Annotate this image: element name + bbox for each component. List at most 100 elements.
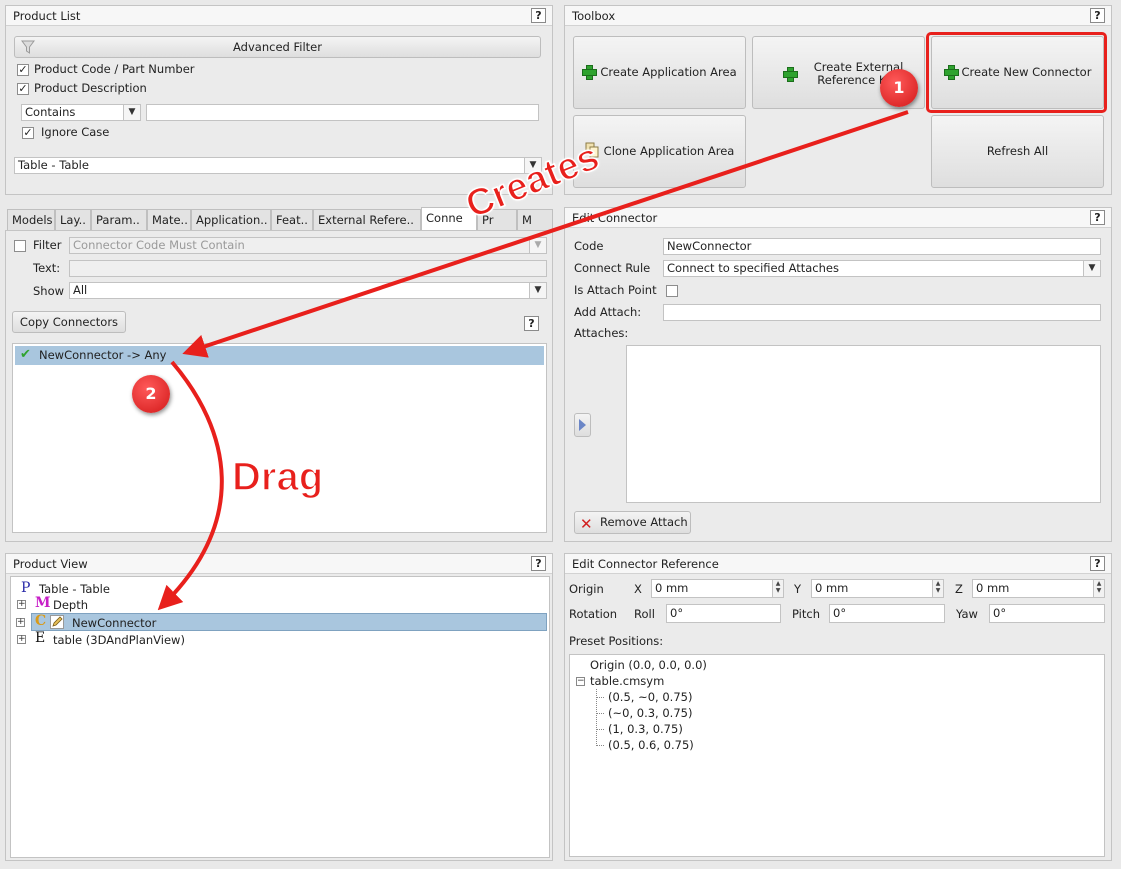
tree-node-label: table (3DAndPlanView) (53, 633, 185, 647)
preset-child-item[interactable]: (0.5, 0.6, 0.75) (608, 738, 694, 752)
preset-child-item[interactable]: (0.5, ~0, 0.75) (608, 690, 692, 704)
tree-node-label: NewConnector (72, 616, 157, 630)
pencil-icon (50, 615, 64, 632)
list-item[interactable]: ✔ NewConnector -> Any (15, 346, 544, 365)
copy-connectors-button[interactable]: Copy Connectors (12, 311, 126, 333)
x-spinbox[interactable]: 0 mm ▲ ▼ (651, 579, 784, 598)
tab-materials[interactable]: Mate.. (147, 209, 191, 231)
advanced-filter-label: Advanced Filter (233, 40, 322, 54)
yaw-label: Yaw (956, 607, 978, 621)
show-select[interactable]: All ▼ (69, 282, 547, 299)
tab-features[interactable]: Feat.. (271, 209, 313, 231)
connector-item-label: NewConnector -> Any (39, 348, 167, 362)
filter-text-input[interactable] (69, 260, 547, 277)
refresh-all-button[interactable]: Refresh All (931, 115, 1104, 188)
attaches-list[interactable] (626, 345, 1101, 503)
product-search-input[interactable] (146, 104, 539, 121)
edit-connector-help-button[interactable]: ? (1090, 210, 1105, 225)
tree-node-label: Depth (53, 598, 89, 612)
is-attach-point-label: Is Attach Point (574, 283, 657, 297)
add-attach-input[interactable] (663, 304, 1101, 321)
step-1-badge: 1 (880, 69, 918, 107)
product-tree[interactable]: P Table - Table + M Depth + C NewConnect… (10, 576, 550, 858)
connect-rule-label: Connect Rule (574, 261, 651, 275)
z-spinbox[interactable]: 0 mm ▲ ▼ (972, 579, 1105, 598)
remove-icon: ✕ (580, 515, 593, 533)
product-view-panel: Product View ? P Table - Table + M Depth… (5, 553, 553, 861)
check-icon: ✔ (20, 347, 31, 362)
yaw-input[interactable]: 0° (989, 604, 1105, 623)
z-value: 0 mm (976, 581, 1010, 595)
connector-list[interactable]: ✔ NewConnector -> Any (12, 343, 547, 533)
expand-icon[interactable]: + (16, 618, 25, 627)
step-2-badge: 2 (132, 375, 170, 413)
pitch-label: Pitch (792, 607, 820, 621)
spin-arrows-icon[interactable]: ▲ ▼ (1093, 580, 1104, 597)
tab-application-areas[interactable]: Application.. (191, 209, 271, 231)
code-label: Code (574, 239, 604, 253)
move-attach-button[interactable] (574, 413, 591, 437)
spin-arrows-icon[interactable]: ▲ ▼ (932, 580, 943, 597)
z-label: Z (955, 582, 963, 596)
tab-models[interactable]: Models (7, 209, 55, 231)
product-list-header: Product List ? (6, 6, 552, 26)
expand-icon[interactable]: + (17, 635, 26, 644)
product-list-title: Product List (13, 9, 81, 23)
tab-layers[interactable]: Lay.. (55, 209, 91, 231)
roll-input[interactable]: 0° (666, 604, 781, 623)
product-list-help-button[interactable]: ? (531, 8, 546, 23)
chevron-down-icon: ▼ (1083, 261, 1100, 276)
code-input[interactable]: NewConnector (663, 238, 1101, 255)
expand-icon[interactable]: + (17, 600, 26, 609)
edit-connector-reference-panel: Edit Connector Reference ? Origin X 0 mm… (564, 553, 1112, 861)
remove-attach-label: Remove Attach (600, 515, 688, 529)
table-select-value: Table - Table (18, 158, 89, 172)
preset-child-item[interactable]: (~0, 0.3, 0.75) (608, 706, 692, 720)
is-attach-point-checkbox[interactable] (666, 285, 678, 297)
toolbox-title: Toolbox (572, 9, 616, 23)
connector-filter-placeholder: Connector Code Must Contain (73, 238, 245, 252)
edit-connector-panel: Edit Connector ? Code NewConnector Conne… (564, 207, 1112, 542)
remove-attach-button[interactable]: ✕ Remove Attach (574, 511, 691, 534)
table-select[interactable]: Table - Table ▼ (14, 157, 542, 174)
product-view-help-button[interactable]: ? (531, 556, 546, 571)
product-description-checkbox[interactable]: ✓ (17, 83, 29, 95)
product-glyph-icon: P (21, 580, 31, 596)
connect-rule-select[interactable]: Connect to specified Attaches ▼ (663, 260, 1101, 277)
arrow-right-icon (578, 418, 587, 435)
chevron-down-icon: ▼ (529, 238, 546, 253)
create-application-area-button[interactable]: Create Application Area (573, 36, 746, 109)
ignore-case-checkbox[interactable]: ✓ (22, 127, 34, 139)
advanced-filter-button[interactable]: Advanced Filter (14, 36, 541, 58)
element-glyph-icon: E (35, 630, 46, 646)
edit-connector-reference-help-button[interactable]: ? (1090, 556, 1105, 571)
tab-external-references[interactable]: External Refere.. (313, 209, 421, 231)
product-view-header: Product View ? (6, 554, 552, 574)
filter-checkbox[interactable] (14, 240, 26, 252)
filter-label: Filter (33, 238, 62, 252)
preset-positions-tree[interactable]: Origin (0.0, 0.0, 0.0) − table.cmsym (0.… (569, 654, 1105, 857)
tab-m[interactable]: M (517, 209, 553, 231)
connectors-help-button[interactable]: ? (524, 316, 539, 331)
spin-arrows-icon[interactable]: ▲ ▼ (772, 580, 783, 597)
tree-guide-line (596, 713, 604, 714)
toolbox-help-button[interactable]: ? (1090, 8, 1105, 23)
match-mode-select[interactable]: Contains ▼ (21, 104, 141, 121)
preset-child-item[interactable]: (1, 0.3, 0.75) (608, 722, 683, 736)
product-view-title: Product View (13, 557, 88, 571)
product-code-label: Product Code / Part Number (34, 62, 195, 76)
tree-node-selected[interactable]: + C NewConnector (16, 613, 547, 632)
collapse-icon[interactable]: − (576, 677, 585, 686)
tree-guide-line (596, 745, 604, 746)
connector-filter-select[interactable]: Connector Code Must Contain ▼ (69, 237, 547, 254)
preset-group-item[interactable]: table.cmsym (590, 674, 664, 688)
preset-origin-item[interactable]: Origin (0.0, 0.0, 0.0) (590, 658, 707, 672)
product-code-checkbox[interactable]: ✓ (17, 64, 29, 76)
y-spinbox[interactable]: 0 mm ▲ ▼ (811, 579, 944, 598)
tab-parameters[interactable]: Param.. (91, 209, 147, 231)
tree-guide-line (596, 697, 604, 698)
pitch-input[interactable]: 0° (829, 604, 945, 623)
connect-rule-value: Connect to specified Attaches (667, 261, 839, 275)
show-label: Show (33, 284, 65, 298)
drag-annotation-label: Drag (231, 454, 324, 500)
